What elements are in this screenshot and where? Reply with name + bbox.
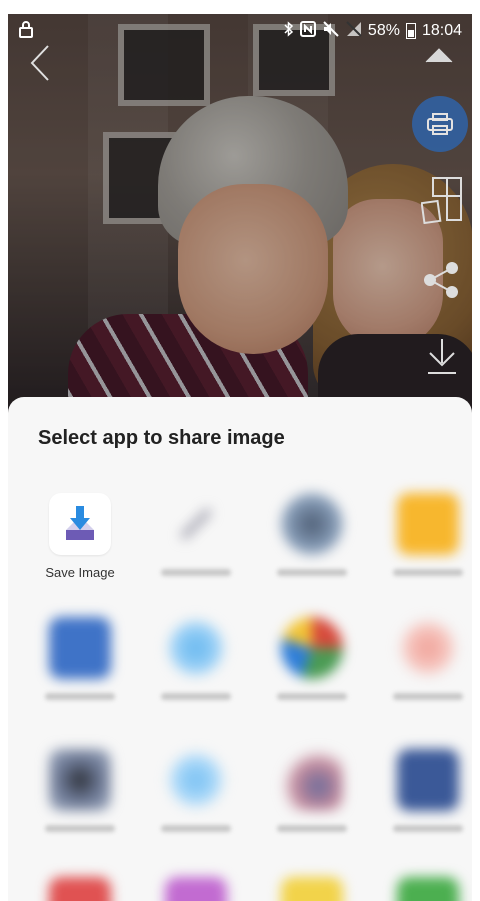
collapse-arrow-icon[interactable] [424, 46, 454, 64]
download-icon [428, 339, 456, 374]
blurred-app-icon [397, 749, 459, 811]
blurred-app-icon [165, 749, 227, 811]
app-blurred[interactable] [370, 877, 472, 901]
status-bar: 58% 18:04 [8, 14, 472, 48]
blurred-app-label [277, 693, 347, 700]
blurred-app-label [393, 569, 463, 576]
app-blurred[interactable] [22, 877, 138, 901]
photo-preview [8, 14, 472, 414]
blurred-app-label [393, 693, 463, 700]
blurred-app-icon [49, 877, 111, 901]
print-button[interactable] [412, 96, 468, 152]
blurred-app-label [161, 569, 231, 576]
app-blurred[interactable] [370, 617, 472, 700]
no-signal-icon [346, 20, 362, 42]
blurred-app-label [393, 825, 463, 832]
status-right-group: 58% 18:04 [284, 20, 462, 42]
blurred-app-label [161, 825, 231, 832]
app-blurred[interactable] [370, 493, 472, 576]
nfc-icon [299, 20, 316, 42]
blurred-app-icon [49, 749, 111, 811]
download-button[interactable] [420, 335, 464, 379]
app-blurred[interactable] [138, 493, 254, 576]
lock-icon [18, 20, 34, 43]
app-blurred[interactable] [22, 617, 138, 700]
blurred-app-icon [397, 493, 459, 555]
blurred-app-icon [165, 877, 227, 901]
share-sheet-title: Select app to share image [38, 427, 285, 449]
screen-frame-top [0, 0, 480, 14]
app-blurred[interactable] [138, 877, 254, 901]
back-arrow-icon[interactable] [28, 44, 52, 82]
app-blurred[interactable] [22, 749, 138, 832]
app-blurred[interactable] [254, 617, 370, 700]
mute-icon [322, 20, 340, 42]
blurred-app-icon [165, 493, 227, 555]
battery-icon [405, 23, 416, 39]
blurred-app-icon [397, 617, 459, 679]
blurred-app-label [277, 569, 347, 576]
share-button[interactable] [420, 258, 464, 302]
blurred-app-icon [165, 617, 227, 679]
blurred-app-icon [49, 617, 111, 679]
printer-icon [427, 113, 453, 135]
app-blurred[interactable] [370, 749, 472, 832]
app-blurred[interactable] [138, 749, 254, 832]
app-label: Save Image [45, 565, 115, 580]
save-image-icon [49, 493, 111, 555]
blurred-app-icon [281, 749, 343, 811]
screen-frame-left [0, 0, 8, 901]
app-save-image[interactable]: Save Image [22, 493, 138, 580]
bluetooth-icon [284, 20, 294, 42]
collage-layout-button[interactable] [420, 177, 464, 224]
blurred-app-icon [397, 877, 459, 901]
blurred-app-icon [281, 493, 343, 555]
blurred-app-label [45, 825, 115, 832]
clock-time: 18:04 [421, 22, 462, 39]
collage-icon [421, 177, 462, 224]
blurred-app-icon [281, 877, 343, 901]
battery-percent: 58% [367, 22, 400, 39]
blurred-app-label [45, 693, 115, 700]
blurred-app-label [277, 825, 347, 832]
blurred-app-icon [281, 617, 343, 679]
app-blurred[interactable] [254, 493, 370, 576]
photo-dim-overlay [8, 14, 472, 414]
blurred-app-label [161, 693, 231, 700]
share-sheet: Select app to share image Save Image [8, 397, 472, 901]
share-icon [424, 262, 458, 298]
app-blurred[interactable] [254, 877, 370, 901]
app-blurred[interactable] [254, 749, 370, 832]
app-blurred[interactable] [138, 617, 254, 700]
screen-frame-right [472, 0, 480, 901]
